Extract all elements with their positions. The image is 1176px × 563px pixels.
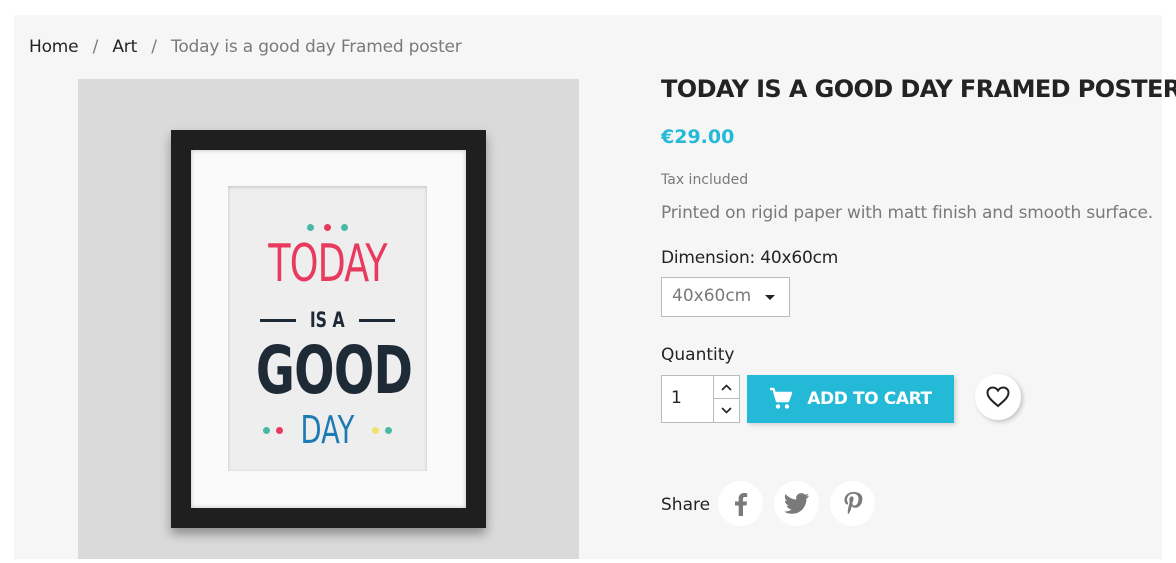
breadcrumb-separator: / [151, 37, 157, 57]
pinterest-icon [844, 491, 862, 514]
heart-icon [986, 386, 1010, 408]
add-to-cart-button[interactable]: ADD TO CART [747, 375, 954, 423]
share-pinterest-button[interactable] [830, 481, 875, 526]
product-image[interactable]: TODAY IS A GOOD DAY [78, 79, 579, 559]
dimension-select[interactable]: 40x60cm [661, 277, 790, 317]
poster-word-day: DAY [300, 408, 355, 452]
dimension-selected-value: 40x60cm [672, 286, 752, 306]
pink-dot [324, 224, 331, 231]
dimension-label: Dimension: 40x60cm [661, 248, 839, 268]
share-label: Share [661, 495, 711, 515]
product-price: €29.00 [661, 126, 735, 148]
poster-line [260, 318, 297, 322]
share-facebook-button[interactable] [718, 481, 763, 526]
product-description: Printed on rigid paper with matt finish … [661, 203, 1153, 223]
facebook-icon [734, 492, 747, 516]
shopping-cart-icon [770, 387, 793, 409]
teal-dot [384, 426, 392, 434]
poster-word-is-a: IS A [310, 308, 345, 332]
poster-day-row: DAY [228, 408, 427, 452]
poster-word-good: GOOD [255, 332, 413, 409]
poster-dots-top [228, 216, 427, 235]
quantity-label: Quantity [661, 345, 735, 365]
pink-dot [276, 426, 284, 434]
yellow-dot [371, 426, 379, 434]
quantity-decrease-button[interactable] [713, 399, 740, 423]
poster-frame: TODAY IS A GOOD DAY [171, 130, 486, 528]
poster-artwork: TODAY IS A GOOD DAY [228, 186, 427, 471]
teal-dot [341, 224, 348, 231]
chevron-up-icon [721, 383, 732, 391]
poster-is-a-row: IS A [228, 308, 427, 332]
breadcrumb-separator: / [92, 37, 99, 57]
page-panel: Home / Art / Today is a good day Framed … [14, 15, 1176, 559]
teal-dot [263, 426, 271, 434]
poster-word-today: TODAY [268, 234, 387, 294]
breadcrumb: Home / Art / Today is a good day Framed … [29, 37, 462, 57]
product-title: TODAY IS A GOOD DAY FRAMED POSTER [661, 75, 1176, 103]
poster-line [358, 318, 395, 322]
breadcrumb-art[interactable]: Art [112, 37, 137, 57]
breadcrumb-current: Today is a good day Framed poster [171, 37, 462, 57]
share-twitter-button[interactable] [774, 481, 819, 526]
add-to-cart-label: ADD TO CART [807, 389, 932, 409]
wishlist-button[interactable] [975, 374, 1021, 420]
teal-dot [307, 224, 314, 231]
poster-mat: TODAY IS A GOOD DAY [191, 150, 466, 508]
quantity-input[interactable]: 1 [661, 375, 714, 423]
tax-note: Tax included [661, 172, 749, 188]
caret-down-icon [765, 295, 775, 300]
chevron-down-icon [721, 407, 732, 414]
breadcrumb-home[interactable]: Home [29, 37, 79, 57]
quantity-increase-button[interactable] [713, 375, 740, 399]
twitter-icon [783, 492, 809, 514]
